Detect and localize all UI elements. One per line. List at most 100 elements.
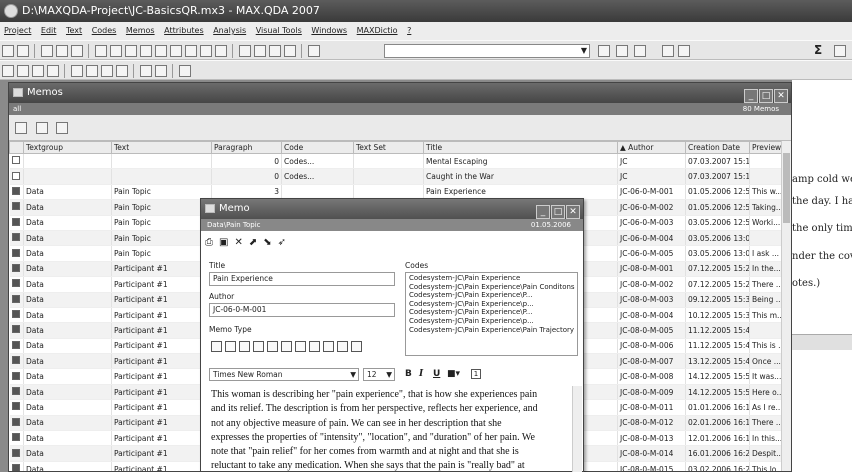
bold-button[interactable]: B	[405, 369, 412, 379]
document-browser-icon[interactable]	[95, 45, 107, 57]
menu-memos[interactable]: Memos	[126, 26, 155, 35]
menu-windows[interactable]: Windows	[311, 26, 347, 35]
export-icon[interactable]	[15, 122, 27, 134]
maximize-icon[interactable]: □	[551, 205, 565, 219]
col-header-textgroup[interactable]: Textgroup	[23, 141, 112, 154]
pin-icon[interactable]: ⬈	[249, 237, 257, 248]
layout-icon[interactable]	[254, 45, 266, 57]
delete-icon[interactable]: ✕	[234, 237, 242, 248]
open-project-icon[interactable]	[17, 45, 29, 57]
italic-l-icon[interactable]	[662, 45, 674, 57]
table-icon[interactable]	[140, 45, 152, 57]
list-icon[interactable]	[116, 65, 128, 77]
sigma-icon[interactable]: Σ	[814, 43, 822, 57]
code-icon[interactable]	[616, 45, 628, 57]
menu-attributes[interactable]: Attributes	[164, 26, 204, 35]
close-icon[interactable]: ✕	[566, 205, 580, 219]
runner-icon[interactable]	[56, 122, 69, 134]
checkbox-icon[interactable]	[200, 45, 212, 57]
filter-icon[interactable]	[101, 65, 113, 77]
memo-type-option[interactable]	[211, 341, 222, 352]
code-system-icon[interactable]	[110, 45, 122, 57]
memo-type-option[interactable]	[323, 341, 334, 352]
code-item[interactable]: Codesystem-JC\Pain Experience\p...	[409, 300, 574, 309]
underline-button[interactable]: U	[433, 369, 440, 379]
col-header-title[interactable]: Title	[423, 141, 618, 154]
memo-type-option[interactable]	[239, 341, 250, 352]
col-header-icon[interactable]	[9, 141, 24, 154]
runner-icon[interactable]: ➶	[278, 237, 286, 248]
grid-icon[interactable]	[140, 65, 152, 77]
code-item[interactable]: Codesystem-JC\Pain Experience\Pain Traje…	[409, 326, 574, 335]
memo-type-option[interactable]	[281, 341, 292, 352]
stats-icon[interactable]	[834, 45, 846, 57]
copy-icon[interactable]	[56, 45, 68, 57]
code-item[interactable]: Codesystem-JC\Pain Experience\P...	[409, 291, 574, 300]
weight-icon[interactable]	[86, 65, 98, 77]
activate-all-icon[interactable]	[47, 65, 59, 77]
col-header-preview[interactable]: Preview	[749, 141, 781, 154]
table-row[interactable]: 0 Codes... Mental Escaping JC 07.03.2007 15:…	[9, 153, 781, 170]
insert-symbol-button[interactable]: 1	[471, 369, 481, 379]
menu-maxdictio[interactable]: MAXDictio	[357, 26, 398, 35]
maximize-icon[interactable]: □	[759, 89, 773, 103]
minimize-icon[interactable]: _	[744, 89, 758, 103]
menu-visual-tools[interactable]: Visual Tools	[256, 26, 302, 35]
col-header-creation-date[interactable]: Creation Date	[685, 141, 750, 154]
memo-text-scrollbar[interactable]	[572, 386, 582, 472]
save-icon[interactable]: ▣	[219, 237, 228, 248]
menu-codes[interactable]: Codes	[92, 26, 117, 35]
code-item[interactable]: Codesystem-JC\Pain Experience\Pain Condi…	[409, 283, 575, 292]
lines-icon[interactable]	[155, 65, 167, 77]
pin-icon[interactable]	[598, 45, 610, 57]
memo-type-option[interactable]	[253, 341, 264, 352]
text-color-button[interactable]: ■▾	[447, 369, 460, 379]
col-header-text[interactable]: Text	[111, 141, 212, 154]
menu-text[interactable]: Text	[66, 26, 82, 35]
uncode-icon[interactable]	[634, 45, 646, 57]
cut-icon[interactable]	[41, 45, 53, 57]
menu-help[interactable]: ?	[407, 26, 411, 35]
activate-code-icon[interactable]	[17, 65, 29, 77]
code-item[interactable]: Codesystem-JC\Pain Experience\p...	[409, 317, 574, 326]
italic-z-icon[interactable]	[678, 45, 690, 57]
new-project-icon[interactable]	[2, 45, 14, 57]
activate-doc-icon[interactable]	[2, 65, 14, 77]
title-field[interactable]: Pain Experience	[209, 272, 395, 286]
author-field[interactable]: JC-06-0-M-001	[209, 303, 395, 317]
font-select[interactable]: Times New Roman ▼	[209, 368, 359, 381]
italic-button[interactable]: I	[419, 369, 423, 379]
memo-type-option[interactable]	[225, 341, 236, 352]
memo-type-option[interactable]	[351, 341, 362, 352]
code-item[interactable]: Codesystem-JC\Pain Experience\P...	[409, 308, 574, 317]
menu-analysis[interactable]: Analysis	[213, 26, 246, 35]
split-icon[interactable]	[269, 45, 281, 57]
unpin-icon[interactable]: ⬊	[263, 237, 271, 248]
print-icon[interactable]: ⎙	[205, 237, 213, 248]
memo-type-option[interactable]	[337, 341, 348, 352]
close-box-icon[interactable]	[179, 65, 191, 77]
chart-icon[interactable]	[155, 45, 167, 57]
link-icon[interactable]	[284, 45, 296, 57]
minimize-icon[interactable]: _	[536, 205, 550, 219]
memos-scrollbar[interactable]	[781, 141, 791, 471]
col-header-code[interactable]: Code	[281, 141, 354, 154]
col-header-paragraph[interactable]: Paragraph	[211, 141, 282, 154]
function-icon[interactable]	[185, 45, 197, 57]
font-size-select[interactable]: 12 ▼	[363, 368, 395, 381]
memo-type-option[interactable]	[267, 341, 278, 352]
window-icon[interactable]	[239, 45, 251, 57]
paste-icon[interactable]	[71, 45, 83, 57]
link-code-icon[interactable]	[71, 65, 83, 77]
search-icon[interactable]	[215, 45, 227, 57]
codes-list[interactable]: Codesystem-JC\Pain Experience Codesystem…	[405, 272, 578, 356]
table-row[interactable]: 0 Codes... Caught in the War JC 07.03.2007 1…	[9, 168, 781, 185]
scrollbar-thumb[interactable]	[783, 153, 790, 223]
open-memo-icon[interactable]	[35, 122, 48, 134]
activate-set-icon[interactable]	[32, 65, 44, 77]
col-header-text-set[interactable]: Text Set	[353, 141, 424, 154]
code-selector-combo[interactable]: ▼	[384, 44, 590, 58]
code-item[interactable]: Codesystem-JC\Pain Experience	[409, 274, 574, 283]
memo-icon[interactable]	[170, 45, 182, 57]
memo-text-body[interactable]: This woman is describing her "pain exper…	[205, 386, 571, 472]
